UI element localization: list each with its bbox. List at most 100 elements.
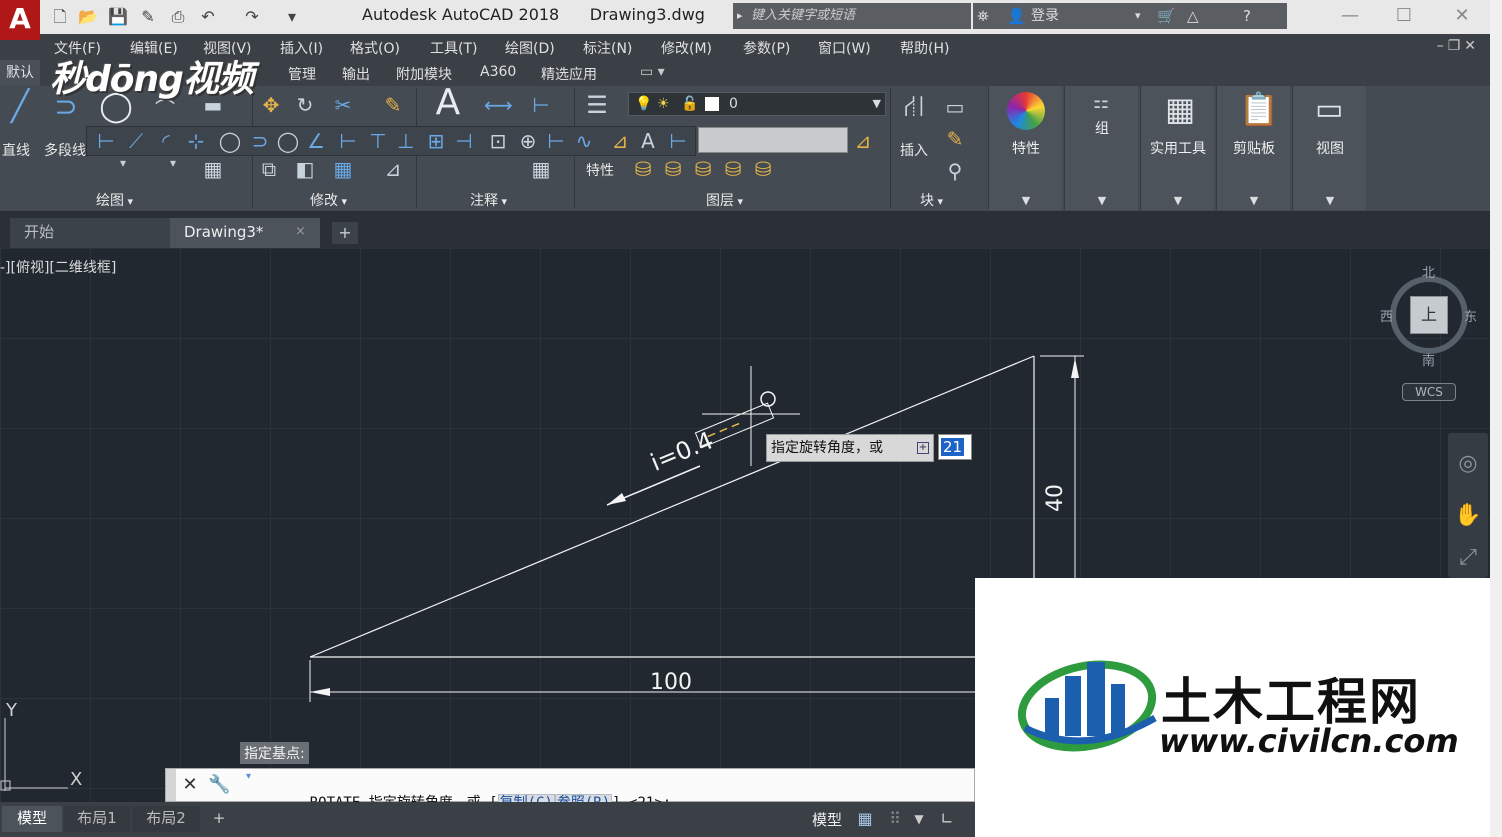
dim-space-icon[interactable]: ⊞: [423, 128, 449, 154]
menu-modify[interactable]: 修改(M): [661, 38, 712, 58]
new-file-icon[interactable]: 🗋: [50, 7, 70, 27]
tolerance-icon[interactable]: ⊡: [485, 128, 511, 154]
grid-icon[interactable]: ▦: [854, 808, 876, 830]
table-icon[interactable]: ▦: [528, 156, 554, 182]
viewcube-north[interactable]: 北: [1422, 262, 1435, 281]
tab-layout2[interactable]: 布局2: [132, 806, 200, 832]
center-mark-icon[interactable]: ⊕: [515, 128, 541, 154]
dim-break-icon[interactable]: ⊣: [451, 128, 477, 154]
dim-radius-icon[interactable]: ◯: [217, 128, 243, 154]
app-menu-button[interactable]: A: [0, 0, 40, 40]
dim-linear-icon[interactable]: ⊢: [93, 128, 119, 154]
layer-tool1-icon[interactable]: ⛁: [630, 156, 656, 182]
edit-block-icon[interactable]: ✎: [942, 126, 968, 152]
layer-tool3-icon[interactable]: ⛁: [690, 156, 716, 182]
array-icon[interactable]: ▦: [330, 156, 356, 182]
rotate-icon[interactable]: ↻: [292, 92, 318, 118]
dim-update-icon[interactable]: ⊢: [665, 128, 691, 154]
move-icon[interactable]: ✥: [258, 92, 284, 118]
save-as-icon[interactable]: ✎: [138, 7, 158, 27]
tab-layout1[interactable]: 布局1: [64, 806, 130, 832]
chevron-down-icon[interactable]: ▼: [989, 194, 1063, 207]
clipboard-panel[interactable]: 📋 剪贴板 ▼: [1216, 86, 1290, 210]
menu-draw[interactable]: 绘图(D): [505, 38, 555, 58]
insert-label[interactable]: 插入: [900, 140, 928, 160]
undo-icon[interactable]: ↶: [198, 7, 218, 27]
close-button[interactable]: ✕: [1442, 2, 1482, 30]
vertical-dimension-text[interactable]: 40: [1043, 484, 1068, 512]
chevron-down-icon[interactable]: ▼: [873, 93, 881, 115]
dim-jogged-icon[interactable]: ⊃: [247, 128, 273, 154]
hatch-icon[interactable]: ▦: [200, 156, 226, 182]
redo-icon[interactable]: ↷: [242, 7, 262, 27]
user-icon[interactable]: 👤: [1007, 3, 1026, 29]
menu-tools[interactable]: 工具(T): [430, 38, 477, 58]
dim-aligned-icon[interactable]: ⟋: [123, 128, 149, 154]
dim-arc-icon[interactable]: ◜: [153, 128, 179, 154]
panel-title-draw[interactable]: 绘图: [96, 190, 133, 210]
viewcube[interactable]: 北 南 西 东 上: [1380, 266, 1477, 369]
angle-input[interactable]: 21: [938, 434, 972, 460]
layer-tool4-icon[interactable]: ⛁: [720, 156, 746, 182]
chevron-down-icon[interactable]: ▼: [1141, 194, 1215, 207]
horizontal-dimension-text[interactable]: 100: [650, 670, 692, 695]
tab-featured-apps[interactable]: 精选应用: [541, 64, 597, 84]
maximize-button[interactable]: ☐: [1384, 2, 1424, 30]
slope-label-group[interactable]: i=0.4: [647, 401, 778, 477]
dim-style-icon[interactable]: ⊿: [850, 128, 876, 154]
login-button[interactable]: 登录: [1031, 3, 1059, 29]
a360-icon[interactable]: △: [1187, 3, 1199, 29]
search-input[interactable]: 键入关键字或短语: [733, 3, 971, 29]
wrench-icon[interactable]: 🔧: [208, 774, 230, 796]
line-label[interactable]: 直线: [2, 140, 30, 160]
tab-default[interactable]: 默认: [0, 60, 40, 86]
viewcube-east[interactable]: 东: [1464, 306, 1477, 325]
text-icon[interactable]: A: [430, 85, 466, 126]
menu-insert[interactable]: 插入(I): [280, 38, 323, 58]
dim-continue-icon[interactable]: ⊥: [393, 128, 419, 154]
snap-icon[interactable]: ⠿: [884, 808, 906, 830]
wcs-menu[interactable]: WCS: [1402, 383, 1456, 401]
menu-window[interactable]: 窗口(W): [818, 38, 871, 58]
expand-options-icon[interactable]: +: [917, 442, 929, 454]
panel-title-block[interactable]: 块: [920, 190, 943, 210]
layer-select[interactable]: 💡 ☀ 🔓 0 ▼: [628, 92, 886, 116]
dim-edit-icon[interactable]: ⊿: [607, 128, 633, 154]
erase-icon[interactable]: ✎: [380, 92, 406, 118]
dim-quick-icon[interactable]: ⊢: [335, 128, 361, 154]
dim-style-select[interactable]: [698, 127, 848, 153]
dim-ordinate-icon[interactable]: ⊹: [183, 128, 209, 154]
binoculars-icon[interactable]: ⛯: [977, 3, 989, 29]
chevron-down-icon[interactable]: ▼: [1065, 194, 1139, 207]
command-line-grip[interactable]: [166, 769, 176, 801]
zoom-icon[interactable]: ⤢: [1448, 545, 1488, 570]
panel-title-annotation[interactable]: 注释: [470, 190, 507, 210]
dimension-icon[interactable]: ⟷: [484, 92, 513, 118]
layer-tool5-icon[interactable]: ⛁: [750, 156, 776, 182]
panel-title-layers[interactable]: 图层: [706, 190, 743, 210]
menu-parametric[interactable]: 参数(P): [743, 38, 790, 58]
ortho-icon[interactable]: ∟: [936, 808, 958, 830]
linear-dim-icon[interactable]: ⊢: [528, 92, 554, 118]
tab-manage[interactable]: 管理: [288, 64, 316, 84]
mirror-icon[interactable]: ◧: [292, 156, 318, 182]
layer-lock-icon[interactable]: 🔓: [681, 93, 698, 115]
layer-properties-icon[interactable]: ☰: [584, 92, 610, 118]
tab-model[interactable]: 模型: [2, 806, 62, 832]
menu-format[interactable]: 格式(O): [350, 38, 400, 58]
chevron-down-icon[interactable]: ▾: [1135, 3, 1141, 29]
model-space-toggle[interactable]: 模型: [812, 809, 842, 830]
tab-a360[interactable]: A360: [480, 64, 516, 80]
print-icon[interactable]: ⎙: [168, 7, 188, 27]
create-block-icon[interactable]: ▭: [942, 94, 968, 120]
dim-jogline-icon[interactable]: ∿: [571, 128, 597, 154]
dim-baseline-icon[interactable]: ⊤: [365, 128, 391, 154]
customize-qa-icon[interactable]: ▾: [282, 7, 302, 27]
dim-diameter-icon[interactable]: ◯: [275, 128, 301, 154]
viewcube-west[interactable]: 西: [1380, 306, 1393, 325]
pan-hand-icon[interactable]: ✋: [1448, 503, 1488, 528]
chevron-down-icon[interactable]: ▼: [1217, 194, 1291, 207]
view-panel[interactable]: ▭ 视图 ▼: [1292, 86, 1366, 210]
viewcube-top-face[interactable]: 上: [1410, 296, 1448, 334]
layer-on-icon[interactable]: 💡: [635, 93, 652, 115]
